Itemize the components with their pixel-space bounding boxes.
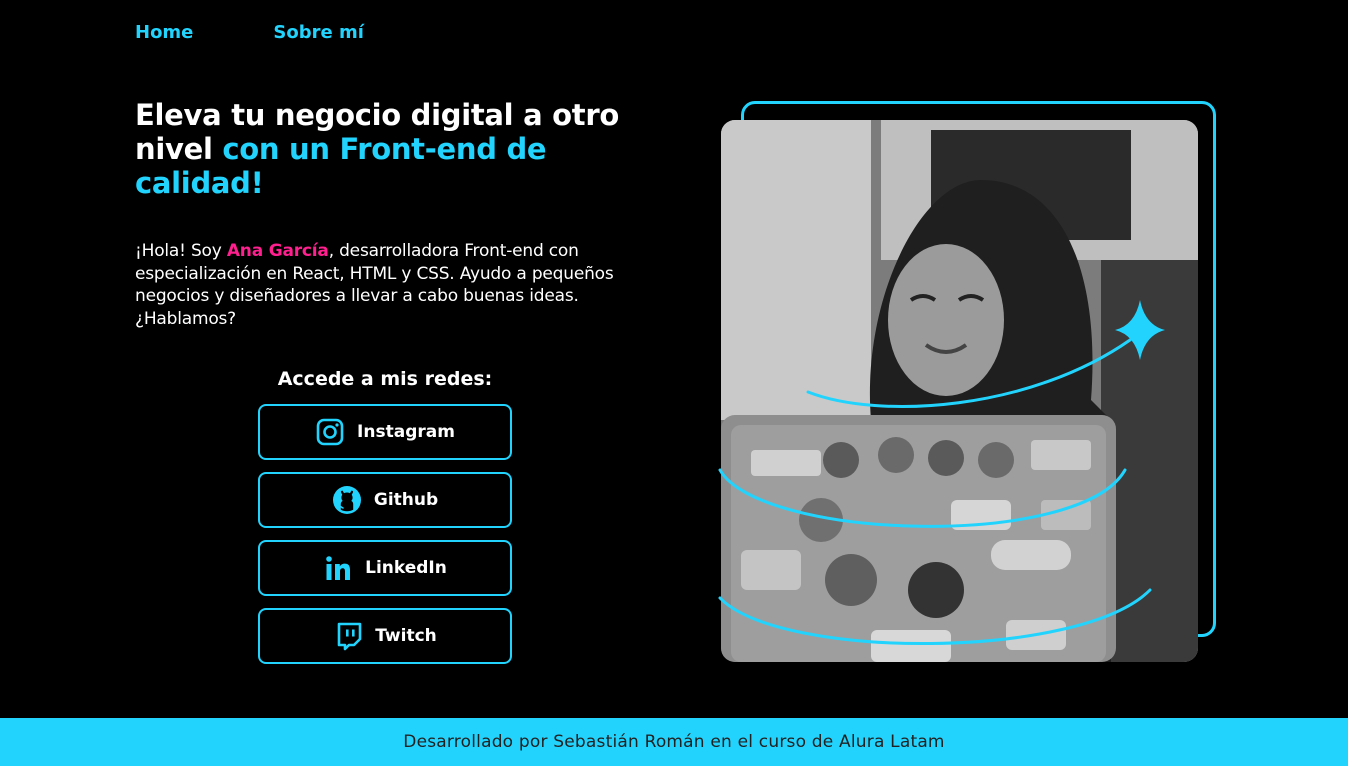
nav-home-link[interactable]: Home: [135, 22, 193, 43]
linkedin-button[interactable]: LinkedIn: [258, 540, 512, 596]
intro-prefix: ¡Hola! Soy: [135, 241, 222, 261]
github-label: Github: [373, 490, 439, 510]
intro-name: Ana García: [226, 241, 329, 261]
profile-photo-illustration: [721, 120, 1198, 662]
github-button[interactable]: Github: [258, 472, 512, 528]
twitch-button[interactable]: Twitch: [258, 608, 512, 664]
linkedin-label: LinkedIn: [365, 558, 447, 578]
instagram-button[interactable]: Instagram: [258, 404, 512, 460]
intro-paragraph: ¡Hola! Soy Ana García, desarrolladora Fr…: [135, 240, 615, 330]
twitch-label: Twitch: [375, 626, 437, 646]
instagram-label: Instagram: [357, 422, 455, 442]
github-icon: [332, 486, 361, 514]
footer: Desarrollado por Sebastián Román en el c…: [0, 718, 1348, 766]
main-nav: Home Sobre mí: [135, 22, 364, 43]
linkedin-icon: [326, 556, 351, 580]
hero-title: Eleva tu negocio digital a otro nivel co…: [135, 98, 635, 200]
profile-photo: [721, 120, 1198, 662]
instagram-icon: [316, 418, 344, 446]
nav-about-link[interactable]: Sobre mí: [273, 22, 364, 43]
social-title: Accede a mis redes:: [277, 368, 493, 390]
footer-credit: Desarrollado por Sebastián Román en el c…: [403, 732, 945, 752]
twitch-icon: [337, 622, 362, 651]
